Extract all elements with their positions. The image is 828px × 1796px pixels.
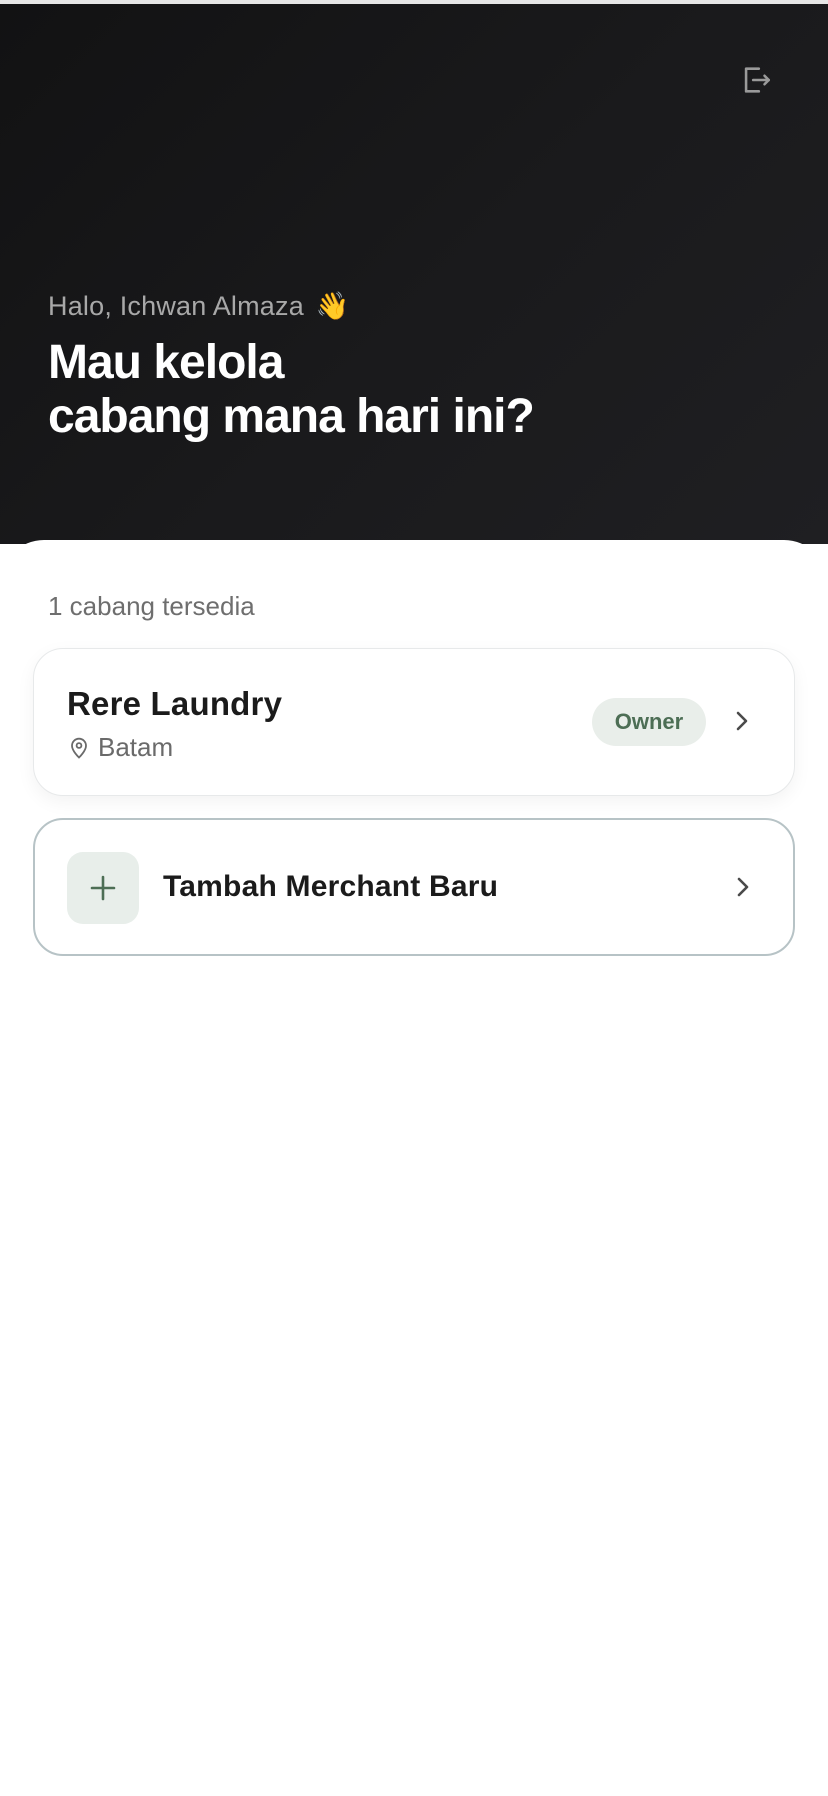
logout-icon [744, 67, 771, 93]
branch-count-label: 1 cabang tersedia [48, 591, 255, 621]
add-merchant-label: Tambah Merchant Baru [163, 870, 499, 903]
add-merchant-button[interactable]: Tambah Merchant Baru [33, 818, 795, 956]
waving-hand-icon: 👋 [315, 291, 350, 321]
plus-icon-box [67, 852, 139, 924]
plus-icon [90, 875, 116, 901]
branch-name: Rere Laundry [67, 685, 283, 722]
hero-header [0, 4, 828, 544]
page-title-line-1: Mau kelola [48, 336, 284, 389]
greeting-text: Halo, Ichwan Almaza 👋 [48, 290, 349, 322]
role-badge: Owner [592, 698, 706, 746]
logout-button[interactable] [736, 60, 776, 100]
branch-card[interactable]: Rere Laundry Batam Owner [33, 648, 795, 796]
greeting-name: Halo, Ichwan Almaza [48, 291, 304, 321]
location-pin-icon [71, 737, 87, 759]
chevron-right-icon [730, 709, 754, 733]
page-title-line-2: cabang mana hari ini? [48, 390, 535, 443]
chevron-right-icon [731, 875, 755, 899]
branch-location-text: Batam [98, 732, 174, 762]
branch-location: Batam [70, 732, 173, 763]
page-title: Mau kelola cabang mana hari ini? [48, 336, 768, 444]
